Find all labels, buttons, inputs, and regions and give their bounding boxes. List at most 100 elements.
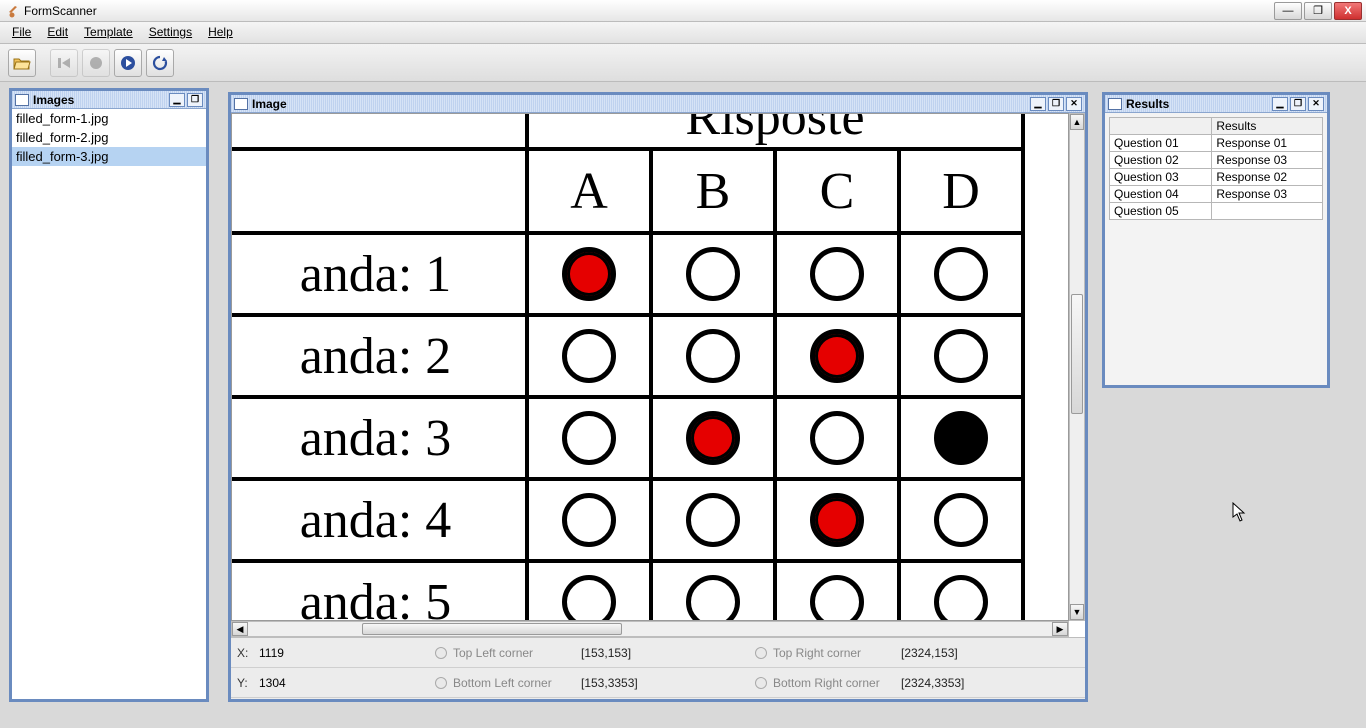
panel-close-button[interactable]: ✕	[1308, 97, 1324, 111]
top-left-corner-radio[interactable]: Top Left corner	[415, 646, 575, 660]
image-panel-title: Image	[252, 97, 287, 111]
menu-edit[interactable]: Edit	[39, 22, 76, 43]
bubble-cell	[651, 397, 775, 479]
image-panel-caption[interactable]: Image ▁ ❐ ✕	[231, 95, 1085, 113]
results-column-header	[1110, 118, 1212, 135]
question-label: anda: 4	[232, 479, 527, 561]
window-title: FormScanner	[24, 4, 97, 18]
bubble-cell	[527, 397, 651, 479]
menu-template[interactable]: Template	[76, 22, 141, 43]
vertical-scrollbar[interactable]: ▲ ▼	[1069, 113, 1085, 621]
results-row[interactable]: Question 01Response 01	[1110, 135, 1323, 152]
results-row[interactable]: Question 02Response 03	[1110, 152, 1323, 169]
results-panel-title: Results	[1126, 97, 1169, 111]
top-right-corner-value: [2324,153]	[895, 646, 1055, 660]
panel-maximize-button[interactable]: ❐	[187, 93, 203, 107]
bubble	[686, 493, 740, 547]
bubble	[934, 411, 988, 465]
bubble-cell	[899, 233, 1023, 315]
results-question-cell: Question 02	[1110, 152, 1212, 169]
toolbar-open-button[interactable]	[8, 49, 36, 77]
bubble-cell	[527, 233, 651, 315]
form-title: Risposte	[527, 113, 1023, 149]
toolbar	[0, 44, 1366, 82]
bubble-cell	[651, 561, 775, 621]
mdi-desktop: Images ▁ ❐ filled_form-1.jpgfilled_form-…	[0, 82, 1366, 728]
bubble-cell	[899, 315, 1023, 397]
bubble-cell	[899, 561, 1023, 621]
results-panel: Results ▁ ❐ ✕ Results Question 01Response…	[1102, 92, 1330, 388]
question-label: anda: 5	[232, 561, 527, 621]
images-panel-title: Images	[33, 93, 74, 107]
app-icon	[4, 3, 20, 19]
bubble	[934, 493, 988, 547]
toolbar-refresh-button[interactable]	[146, 49, 174, 77]
window-close-button[interactable]: X	[1334, 2, 1362, 20]
bottom-left-corner-value: [153,3353]	[575, 676, 735, 690]
scroll-down-arrow[interactable]: ▼	[1070, 604, 1084, 620]
top-right-corner-radio[interactable]: Top Right corner	[735, 646, 895, 660]
images-panel-caption[interactable]: Images ▁ ❐	[12, 91, 206, 109]
bubble	[686, 575, 740, 621]
bubble-cell	[651, 315, 775, 397]
bottom-right-corner-value: [2324,3353]	[895, 676, 1055, 690]
scroll-right-arrow[interactable]: ▶	[1052, 622, 1068, 636]
bubble-cell	[527, 561, 651, 621]
bubble-cell	[899, 397, 1023, 479]
images-list-item[interactable]: filled_form-3.jpg	[12, 147, 206, 166]
panel-minimize-button[interactable]: ▁	[169, 93, 185, 107]
bubble-cell	[775, 561, 899, 621]
bubble	[562, 575, 616, 621]
results-question-cell: Question 03	[1110, 169, 1212, 186]
window-minimize-button[interactable]: —	[1274, 2, 1302, 20]
question-label: anda: 2	[232, 315, 527, 397]
panel-minimize-button[interactable]: ▁	[1272, 97, 1288, 111]
coord-x-value: 1119	[255, 646, 415, 660]
question-label: anda: 1	[232, 233, 527, 315]
bubble	[562, 493, 616, 547]
images-list-item[interactable]: filled_form-2.jpg	[12, 128, 206, 147]
bottom-left-corner-radio[interactable]: Bottom Left corner	[415, 676, 575, 690]
coord-y-label: Y:	[231, 676, 255, 690]
coord-y-value: 1304	[255, 676, 415, 690]
results-response-cell: Response 01	[1212, 135, 1323, 152]
images-list-item[interactable]: filled_form-1.jpg	[12, 109, 206, 128]
panel-close-button[interactable]: ✕	[1066, 97, 1082, 111]
results-panel-caption[interactable]: Results ▁ ❐ ✕	[1105, 95, 1327, 113]
panel-maximize-button[interactable]: ❐	[1048, 97, 1064, 111]
results-row[interactable]: Question 04Response 03	[1110, 186, 1323, 203]
bottom-right-corner-radio[interactable]: Bottom Right corner	[735, 676, 895, 690]
panel-minimize-button[interactable]: ▁	[1030, 97, 1046, 111]
results-row[interactable]: Question 05	[1110, 203, 1323, 220]
bubble	[810, 575, 864, 621]
toolbar-prev-button	[82, 49, 110, 77]
bubble-cell	[527, 479, 651, 561]
mouse-cursor-icon	[1232, 502, 1246, 522]
bubble	[810, 493, 864, 547]
scroll-up-arrow[interactable]: ▲	[1070, 114, 1084, 130]
toolbar-next-button[interactable]	[114, 49, 142, 77]
panel-maximize-button[interactable]: ❐	[1290, 97, 1306, 111]
menu-file[interactable]: File	[4, 22, 39, 43]
bubble	[562, 247, 616, 301]
coord-x-label: X:	[231, 646, 255, 660]
bubble-cell	[651, 233, 775, 315]
image-viewport[interactable]: RisposteABCDanda: 1anda: 2anda: 3anda: 4…	[231, 113, 1069, 621]
titlebar: FormScanner — ❐ X	[0, 0, 1366, 22]
bubble	[562, 411, 616, 465]
horizontal-scrollbar[interactable]: ◀ ▶	[231, 621, 1069, 637]
menu-settings[interactable]: Settings	[141, 22, 200, 43]
results-row[interactable]: Question 03Response 02	[1110, 169, 1323, 186]
window-maximize-button[interactable]: ❐	[1304, 2, 1332, 20]
image-panel: Image ▁ ❐ ✕ RisposteABCDanda: 1anda: 2an…	[228, 92, 1088, 702]
bubble-cell	[775, 397, 899, 479]
results-question-cell: Question 04	[1110, 186, 1212, 203]
scroll-left-arrow[interactable]: ◀	[232, 622, 248, 636]
scroll-thumb[interactable]	[362, 623, 622, 635]
bubble	[686, 247, 740, 301]
menu-help[interactable]: Help	[200, 22, 241, 43]
scroll-thumb[interactable]	[1071, 294, 1083, 414]
question-label: anda: 3	[232, 397, 527, 479]
bubble-cell	[527, 315, 651, 397]
column-header: A	[527, 149, 651, 233]
